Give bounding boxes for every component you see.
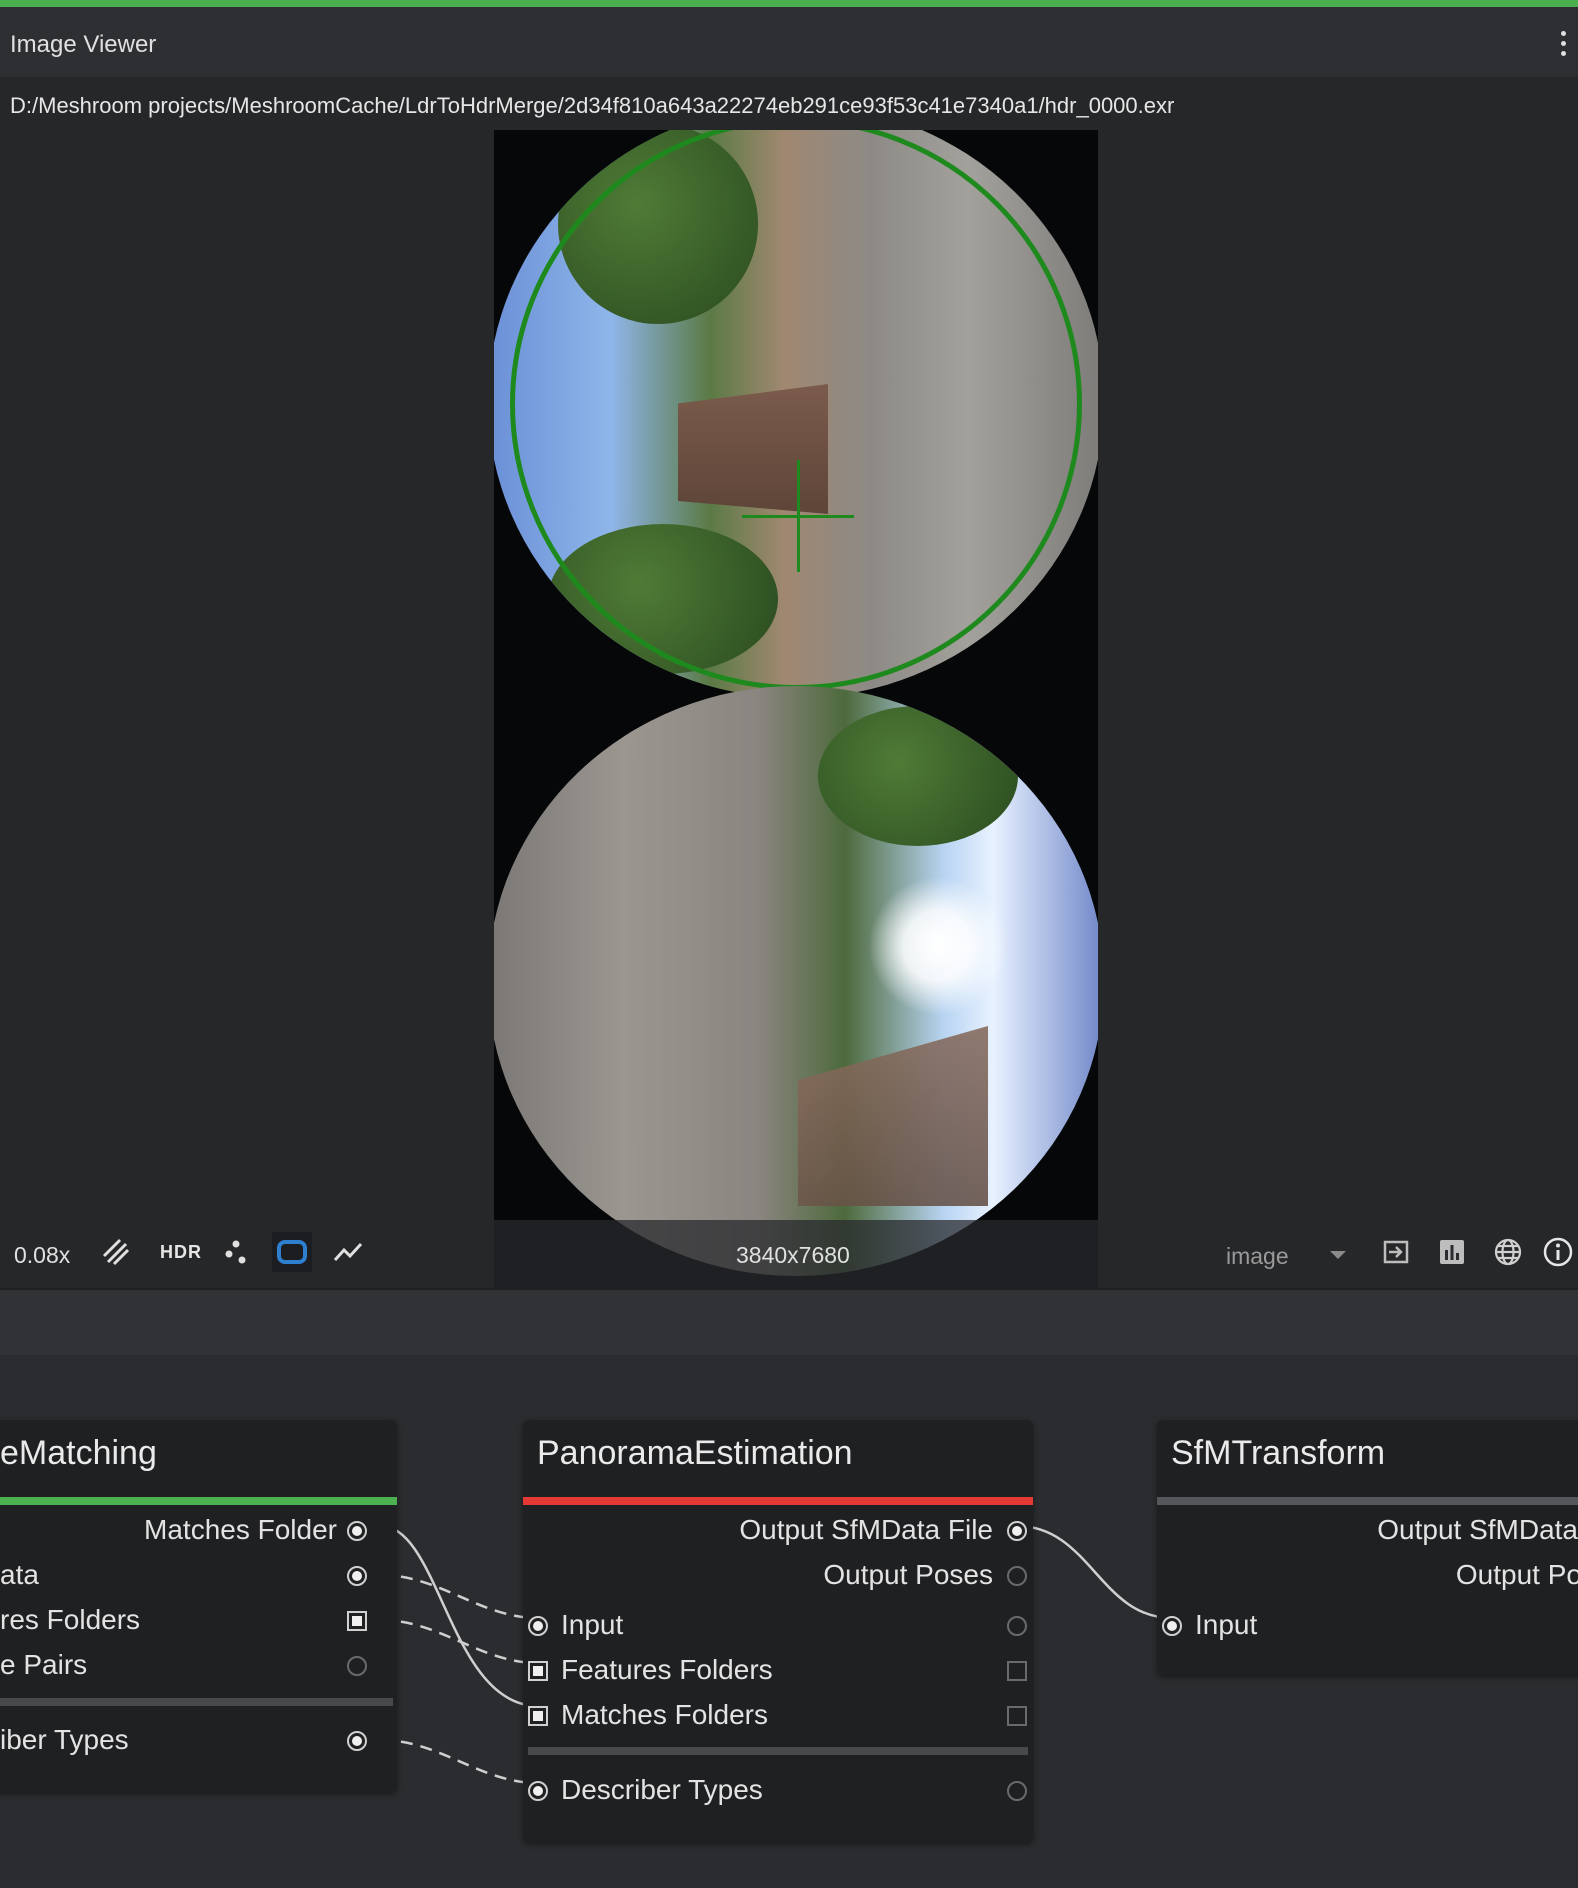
output-port[interactable] xyxy=(347,1566,367,1586)
image-resolution: 3840x7680 xyxy=(736,1242,850,1268)
port-label: Matches Folders xyxy=(561,1699,768,1730)
port-label: ata xyxy=(0,1559,39,1590)
port-row: Matches Folder xyxy=(0,1512,397,1552)
fisheye-image-bottom xyxy=(494,686,1098,1276)
input-port[interactable] xyxy=(528,1706,548,1726)
port-label: Output SfMData File xyxy=(739,1514,993,1545)
port-label: Output Po xyxy=(1455,1559,1578,1590)
rounded-rect-icon[interactable] xyxy=(272,1232,312,1272)
port-label: Output SfMData xyxy=(1377,1514,1578,1545)
output-port[interactable] xyxy=(1007,1616,1027,1636)
port-row: Input xyxy=(1157,1607,1578,1647)
globe-icon[interactable] xyxy=(1488,1232,1528,1272)
port-label: iber Types xyxy=(0,1724,129,1755)
port-row: Features Folders xyxy=(523,1652,1033,1692)
edge-sfmdata xyxy=(380,1573,539,1620)
port-label: e Pairs xyxy=(0,1649,88,1680)
node-title: PanoramaEstimation xyxy=(537,1434,853,1472)
info-icon[interactable] xyxy=(1542,1232,1578,1272)
port-label: res Folders xyxy=(0,1604,141,1635)
output-port[interactable] xyxy=(347,1731,367,1751)
port-row: iber Types xyxy=(0,1722,397,1762)
node-graph[interactable]: eMatching Matches Folder ata res Folders… xyxy=(0,1355,1578,1888)
panel-splitter[interactable] xyxy=(0,1288,1578,1357)
port-row: Output Po xyxy=(1157,1557,1578,1597)
port-label: Output Poses xyxy=(823,1559,993,1590)
edge-output-to-sfmtransform xyxy=(1016,1524,1173,1620)
port-row: res Folders xyxy=(0,1602,397,1642)
input-port[interactable] xyxy=(528,1661,548,1681)
node-sfm-transform[interactable]: SfMTransform Output SfMData Output Po In… xyxy=(1157,1420,1578,1675)
port-row: Output SfMData File xyxy=(523,1512,1033,1552)
output-port[interactable] xyxy=(347,1611,367,1631)
file-path: D:/Meshroom projects/MeshroomCache/LdrTo… xyxy=(10,93,1175,118)
node-feature-matching[interactable]: eMatching Matches Folder ata res Folders… xyxy=(0,1420,397,1792)
output-port[interactable] xyxy=(347,1521,367,1541)
histogram-icon[interactable] xyxy=(1432,1232,1472,1272)
hdr-label: HDR xyxy=(160,1241,202,1262)
top-accent-bar xyxy=(0,0,1578,7)
node-title: eMatching xyxy=(0,1434,157,1472)
hdr-icon[interactable]: HDR xyxy=(156,1232,206,1272)
node-title: SfMTransform xyxy=(1171,1434,1386,1472)
node-separator xyxy=(0,1698,393,1706)
channel-value: image xyxy=(1226,1243,1289,1269)
sun-glare xyxy=(868,876,1008,1016)
viewer-title: Image Viewer xyxy=(10,31,157,58)
port-row: Input xyxy=(523,1607,1033,1647)
viewer-toolbar: 0.08x HDR 3840x7680 image xyxy=(0,1220,1578,1288)
port-row: Describer Types xyxy=(523,1772,1033,1812)
input-port[interactable] xyxy=(1162,1616,1182,1636)
port-row: Output Poses xyxy=(523,1557,1033,1597)
tower-shape xyxy=(798,1026,988,1206)
hatch-icon[interactable] xyxy=(96,1232,136,1272)
crosshair-vertical[interactable] xyxy=(797,460,800,572)
port-row: Matches Folders xyxy=(523,1697,1033,1737)
node-panorama-estimation[interactable]: PanoramaEstimation Output SfMData File O… xyxy=(523,1420,1033,1842)
port-label: Matches Folder xyxy=(144,1514,337,1545)
export-icon[interactable] xyxy=(1376,1232,1416,1272)
image-canvas[interactable] xyxy=(494,130,1098,1288)
node-separator xyxy=(528,1747,1028,1755)
viewer-header: Image Viewer xyxy=(0,7,1578,78)
output-port[interactable] xyxy=(1007,1566,1027,1586)
output-port[interactable] xyxy=(1007,1661,1027,1681)
port-row: e Pairs xyxy=(0,1647,397,1687)
output-port[interactable] xyxy=(347,1656,367,1676)
kebab-menu-icon[interactable] xyxy=(1558,31,1568,59)
dots-icon[interactable] xyxy=(216,1232,256,1272)
input-port[interactable] xyxy=(528,1616,548,1636)
output-port[interactable] xyxy=(1007,1706,1027,1726)
node-status-bar xyxy=(0,1497,397,1505)
channel-select[interactable]: image xyxy=(1214,1234,1354,1272)
port-label: Input xyxy=(1195,1609,1258,1640)
port-row: Output SfMData xyxy=(1157,1512,1578,1552)
output-port[interactable] xyxy=(1007,1781,1027,1801)
caret-down-icon xyxy=(1330,1251,1346,1259)
port-row: ata xyxy=(0,1557,397,1597)
input-port[interactable] xyxy=(528,1781,548,1801)
port-label: Describer Types xyxy=(561,1774,763,1805)
edge-features-folders xyxy=(380,1618,539,1665)
port-label: Input xyxy=(561,1609,624,1640)
port-label: Features Folders xyxy=(561,1654,773,1685)
node-status-bar xyxy=(523,1497,1033,1505)
edge-describer-types xyxy=(380,1738,539,1785)
fisheye-circle-overlay[interactable] xyxy=(510,130,1082,690)
trend-line-icon[interactable] xyxy=(328,1232,368,1272)
output-port[interactable] xyxy=(1007,1521,1027,1541)
zoom-level[interactable]: 0.08x xyxy=(14,1242,70,1269)
node-status-bar xyxy=(1157,1497,1578,1505)
